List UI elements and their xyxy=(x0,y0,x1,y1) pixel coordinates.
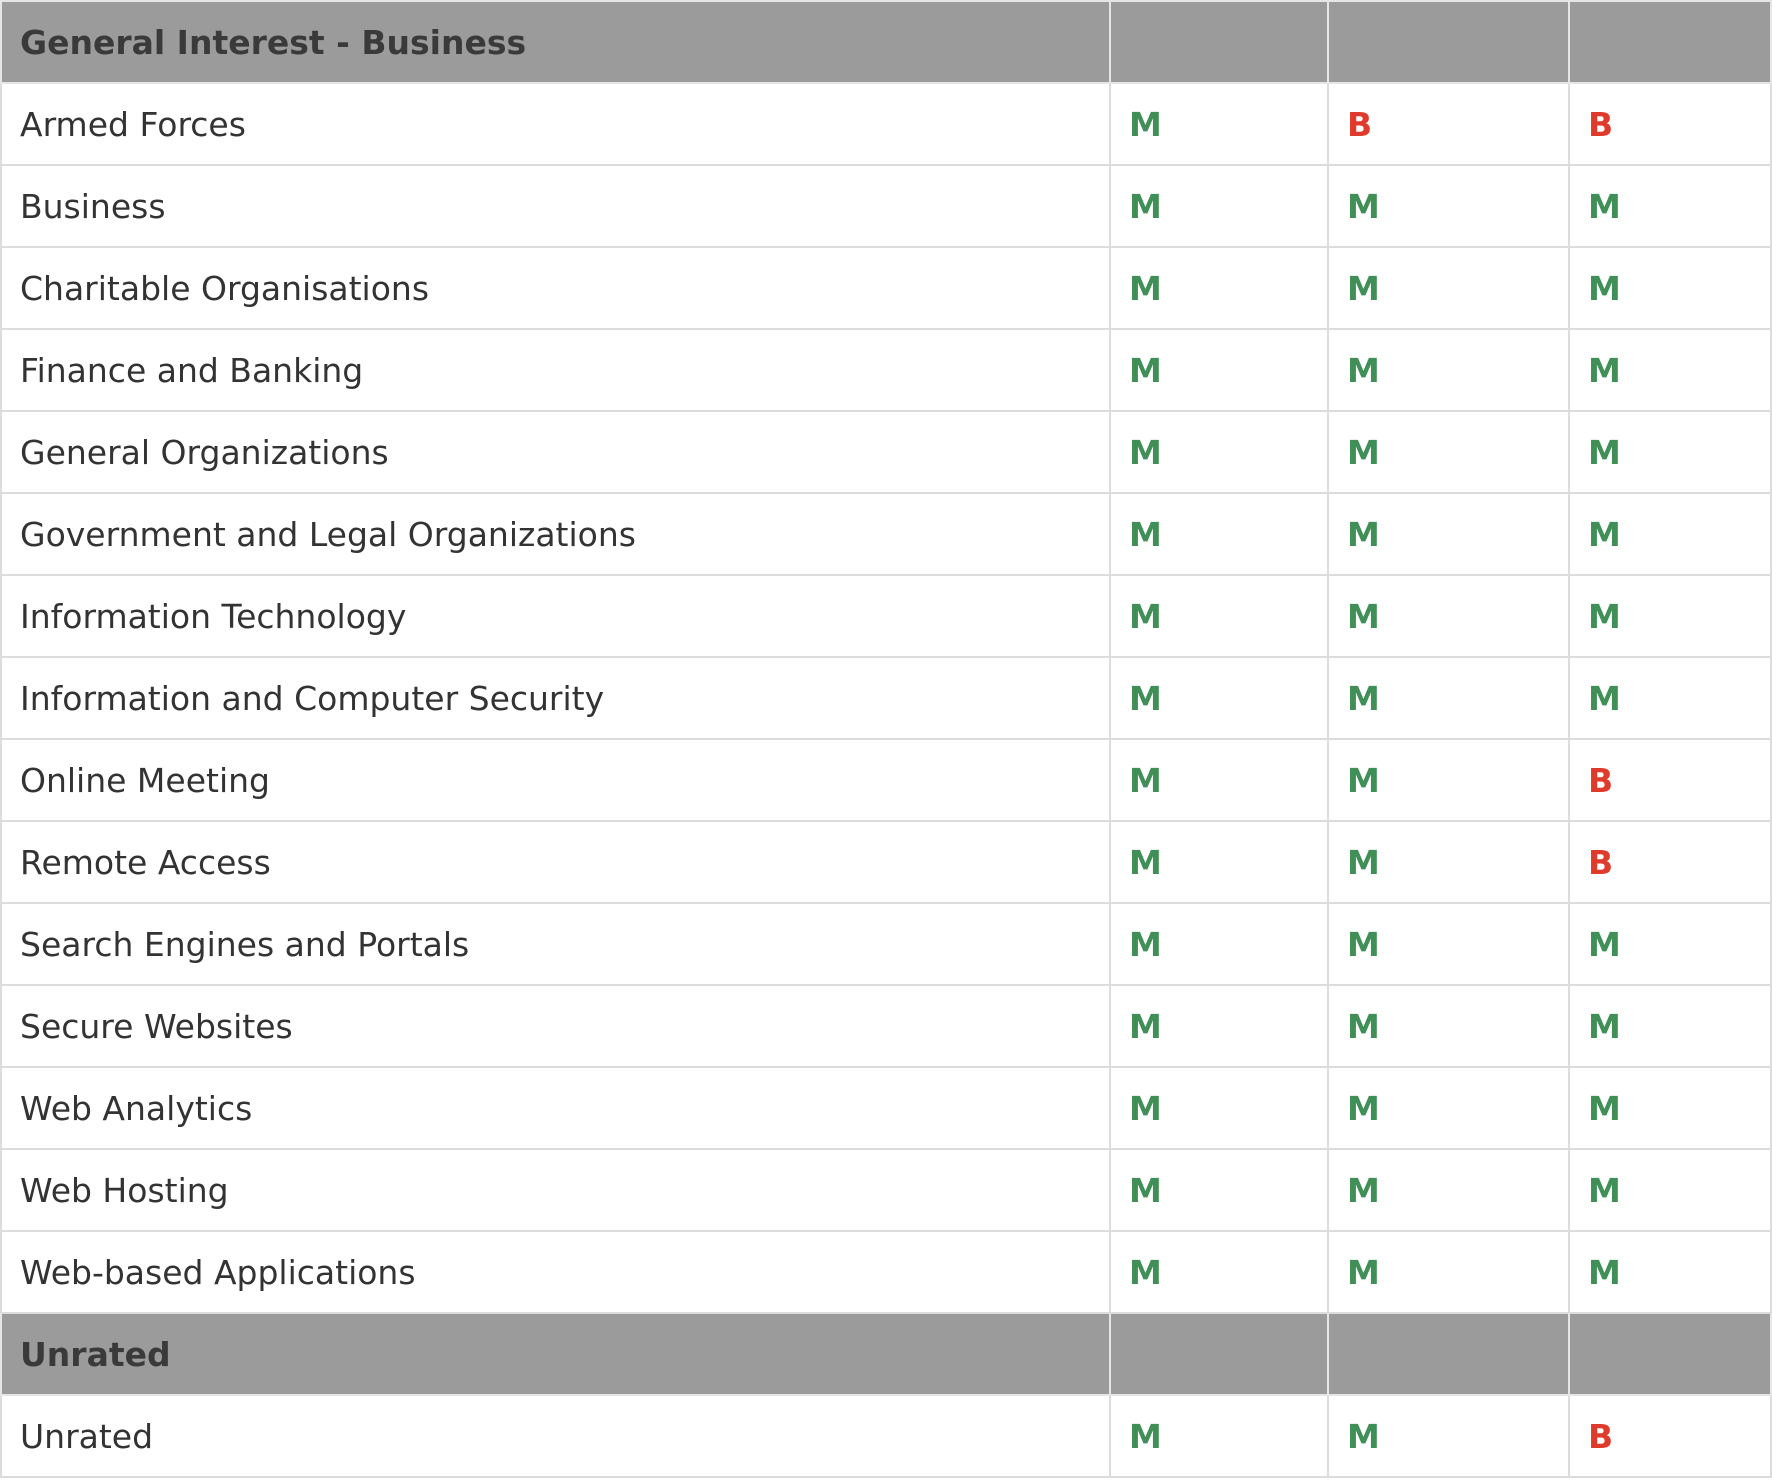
table-row: Remote Access M M B xyxy=(0,820,1772,904)
section-header-empty-cell xyxy=(1109,1312,1329,1396)
category-name: Search Engines and Portals xyxy=(0,902,1111,986)
rating-cell: M xyxy=(1109,246,1329,330)
category-name: Charitable Organisations xyxy=(0,246,1111,330)
document-page: General Interest - Business Armed Forces M… xyxy=(0,0,1772,1484)
section-header-row: Unrated xyxy=(0,1312,1772,1396)
rating-cell: M xyxy=(1109,164,1329,248)
rating-cell: M xyxy=(1109,984,1329,1068)
section-header-empty-cell xyxy=(1568,0,1772,84)
rating-cell: M xyxy=(1568,902,1772,986)
rating-cell: M xyxy=(1568,164,1772,248)
rating-cell: M xyxy=(1109,656,1329,740)
rating-cell: B xyxy=(1568,820,1772,904)
table-row: Government and Legal Organizations M M M xyxy=(0,492,1772,576)
category-name: Web Hosting xyxy=(0,1148,1111,1232)
rating-cell: M xyxy=(1568,1148,1772,1232)
rating-cell: M xyxy=(1109,902,1329,986)
category-name: Online Meeting xyxy=(0,738,1111,822)
category-rating-table: General Interest - Business Armed Forces M… xyxy=(0,0,1772,1478)
category-name: Armed Forces xyxy=(0,82,1111,166)
rating-cell: M xyxy=(1327,246,1570,330)
rating-cell: M xyxy=(1109,574,1329,658)
rating-cell: M xyxy=(1109,820,1329,904)
rating-cell: M xyxy=(1568,1230,1772,1314)
rating-cell: M xyxy=(1568,984,1772,1068)
section-header-row: General Interest - Business xyxy=(0,0,1772,84)
rating-cell: M xyxy=(1568,574,1772,658)
category-name: Finance and Banking xyxy=(0,328,1111,412)
category-name: Web-based Applications xyxy=(0,1230,1111,1314)
rating-cell: M xyxy=(1109,1148,1329,1232)
rating-cell: M xyxy=(1327,820,1570,904)
section-header-empty-cell xyxy=(1568,1312,1772,1396)
category-name: Information and Computer Security xyxy=(0,656,1111,740)
rating-cell: M xyxy=(1109,492,1329,576)
rating-cell: M xyxy=(1109,738,1329,822)
rating-cell: B xyxy=(1568,1394,1772,1478)
table-row: Web-based Applications M M M xyxy=(0,1230,1772,1314)
category-name: General Organizations xyxy=(0,410,1111,494)
section-title: Unrated xyxy=(0,1312,1111,1396)
table-row: Online Meeting M M B xyxy=(0,738,1772,822)
rating-cell: M xyxy=(1327,328,1570,412)
rating-cell: M xyxy=(1327,1394,1570,1478)
rating-cell: M xyxy=(1327,164,1570,248)
rating-cell: M xyxy=(1327,492,1570,576)
rating-cell: M xyxy=(1109,410,1329,494)
rating-cell: B xyxy=(1568,82,1772,166)
category-name: Information Technology xyxy=(0,574,1111,658)
rating-cell: M xyxy=(1109,1230,1329,1314)
category-name: Remote Access xyxy=(0,820,1111,904)
table-row: Armed Forces M B B xyxy=(0,82,1772,166)
table-row: Finance and Banking M M M xyxy=(0,328,1772,412)
rating-cell: M xyxy=(1568,410,1772,494)
rating-cell: B xyxy=(1568,738,1772,822)
rating-cell: M xyxy=(1568,328,1772,412)
table-row: Information and Computer Security M M M xyxy=(0,656,1772,740)
table-row: Information Technology M M M xyxy=(0,574,1772,658)
rating-cell: M xyxy=(1327,738,1570,822)
rating-cell: M xyxy=(1327,656,1570,740)
section-title: General Interest - Business xyxy=(0,0,1111,84)
rating-cell: M xyxy=(1327,1066,1570,1150)
category-name: Business xyxy=(0,164,1111,248)
rating-cell: M xyxy=(1109,1394,1329,1478)
section-header-empty-cell xyxy=(1327,1312,1570,1396)
rating-cell: M xyxy=(1327,1230,1570,1314)
rating-cell: M xyxy=(1327,574,1570,658)
table-row: Secure Websites M M M xyxy=(0,984,1772,1068)
category-name: Government and Legal Organizations xyxy=(0,492,1111,576)
table-row: Search Engines and Portals M M M xyxy=(0,902,1772,986)
table-body: General Interest - Business Armed Forces M… xyxy=(0,0,1772,1478)
section-header-empty-cell xyxy=(1327,0,1570,84)
section-header-empty-cell xyxy=(1109,0,1329,84)
rating-cell: M xyxy=(1109,1066,1329,1150)
rating-cell: M xyxy=(1109,82,1329,166)
table-row: General Organizations M M M xyxy=(0,410,1772,494)
rating-cell: M xyxy=(1568,492,1772,576)
category-name: Secure Websites xyxy=(0,984,1111,1068)
rating-cell: M xyxy=(1327,984,1570,1068)
rating-cell: M xyxy=(1109,328,1329,412)
rating-cell: B xyxy=(1327,82,1570,166)
table-row: Business M M M xyxy=(0,164,1772,248)
table-row: Unrated M M B xyxy=(0,1394,1772,1478)
table-row: Web Hosting M M M xyxy=(0,1148,1772,1232)
table-row: Web Analytics M M M xyxy=(0,1066,1772,1150)
table-row: Charitable Organisations M M M xyxy=(0,246,1772,330)
rating-cell: M xyxy=(1327,1148,1570,1232)
rating-cell: M xyxy=(1568,656,1772,740)
rating-cell: M xyxy=(1327,902,1570,986)
category-name: Web Analytics xyxy=(0,1066,1111,1150)
rating-cell: M xyxy=(1327,410,1570,494)
category-name: Unrated xyxy=(0,1394,1111,1478)
rating-cell: M xyxy=(1568,246,1772,330)
rating-cell: M xyxy=(1568,1066,1772,1150)
